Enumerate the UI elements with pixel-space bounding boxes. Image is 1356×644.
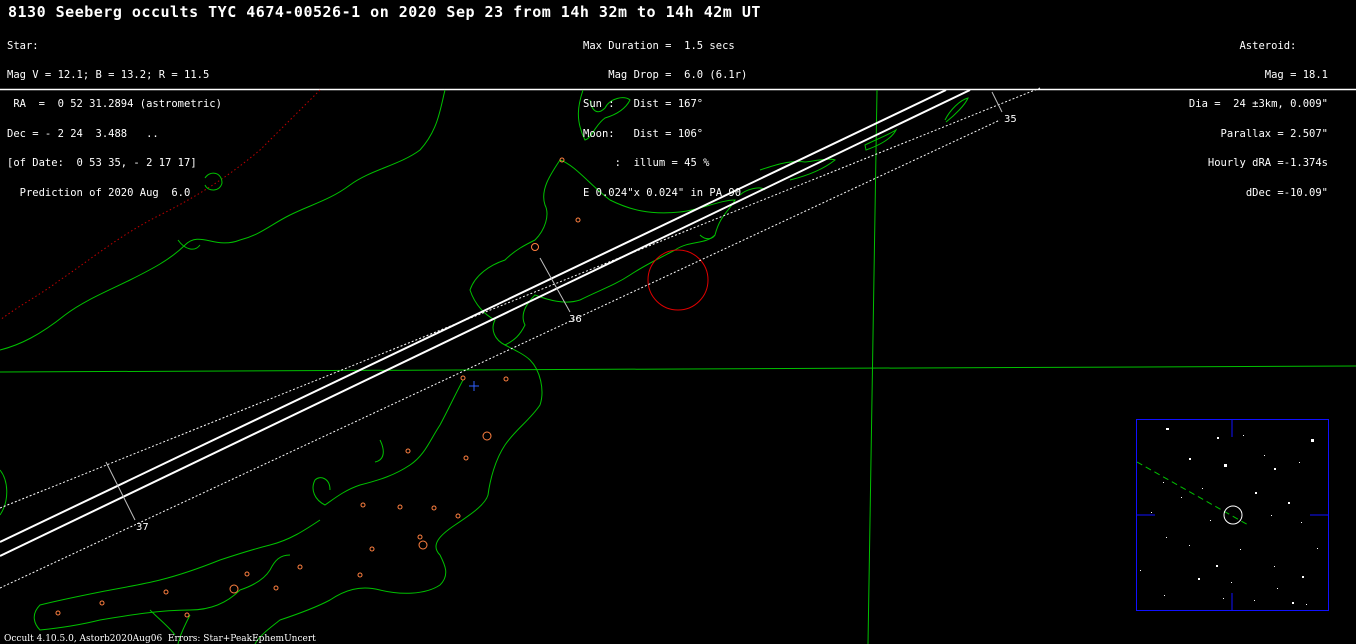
city-marker [163, 589, 169, 595]
city-marker [244, 571, 250, 577]
asteroid-info-line: Dia = 24 ±3km, 0.009" [1188, 98, 1328, 111]
longitude-grid-line [867, 89, 878, 644]
city-marker [184, 612, 190, 618]
city-markers [55, 157, 581, 618]
asteroid-info-line: Mag = 18.1 [1264, 68, 1328, 81]
time-tick-label-37: 37 [136, 522, 149, 533]
city-marker [357, 572, 363, 578]
city-marker [575, 217, 581, 223]
asteroid-info-line: Hourly dRA =-1.374s [1207, 157, 1328, 170]
event-info-line: Moon: Dist = 106° [583, 127, 704, 140]
page-title: 8130 Seeberg occults TYC 4674-00526-1 on… [8, 3, 761, 21]
event-info-line: Mag Drop = 6.0 (6.1r) [583, 68, 748, 81]
star-finder-chart [1136, 419, 1329, 611]
observer-cross-marker [469, 381, 479, 391]
city-marker [418, 540, 428, 550]
city-marker [405, 448, 411, 454]
event-info-panel: Max Duration = 1.5 secs Mag Drop = 6.0 (… [583, 22, 747, 208]
event-info-line: E 0.024"x 0.024" in PA 90 [583, 186, 742, 199]
event-info-line: Sun : Dist = 167° [583, 98, 704, 111]
city-marker [360, 502, 366, 508]
asteroid-info-line: Asteroid: [1239, 39, 1328, 52]
asteroid-info-panel: Asteroid: Mag = 18.1 Dia = 24 ±3km, 0.00… [1189, 22, 1328, 208]
city-marker [297, 564, 303, 570]
city-marker [369, 546, 375, 552]
coastline-west-edge [0, 469, 8, 516]
city-marker [460, 375, 466, 381]
coastline-main-island [254, 344, 543, 644]
star-info-panel: Star: Mag V = 12.1; B = 13.2; R = 11.5 R… [7, 22, 222, 208]
city-marker [55, 610, 61, 616]
city-marker [417, 534, 423, 540]
city-marker [503, 376, 509, 382]
city-marker [99, 600, 105, 606]
city-marker [431, 505, 437, 511]
city-marker [463, 455, 469, 461]
city-marker [455, 513, 461, 519]
event-info-line: : illum = 45 % [583, 157, 710, 170]
star-info-line: RA = 0 52 31.2894 (astrometric) [7, 98, 222, 111]
city-marker [531, 243, 539, 251]
star-info-line: Mag V = 12.1; B = 13.2; R = 11.5 [7, 68, 210, 81]
star-info-line: Star: [7, 39, 39, 52]
time-tick-35 [991, 91, 1003, 113]
asteroid-info-line: Parallax = 2.507" [1220, 127, 1328, 140]
asteroid-info-line: dDec =-10.09" [1245, 186, 1328, 199]
time-tick-37 [105, 461, 136, 521]
city-marker [273, 585, 279, 591]
latitude-grid-line [0, 365, 1356, 373]
city-marker [229, 584, 239, 594]
footer-credits: Occult 4.10.5.0, Astorb2020Aug06 Errors:… [4, 634, 316, 644]
event-info-line: Max Duration = 1.5 secs [583, 39, 735, 52]
time-tick-label-36: 36 [569, 314, 582, 325]
star-info-line: Prediction of 2020 Aug 6.0 [7, 186, 191, 199]
city-marker [397, 504, 403, 510]
star-info-line: [of Date: 0 53 35, - 2 17 17] [7, 157, 197, 170]
city-marker [482, 431, 492, 441]
time-tick-label-35: 35 [1004, 114, 1017, 125]
coastline-west-island [33, 379, 464, 644]
star-info-line: Dec = - 2 24 3.488 .. [7, 127, 159, 140]
